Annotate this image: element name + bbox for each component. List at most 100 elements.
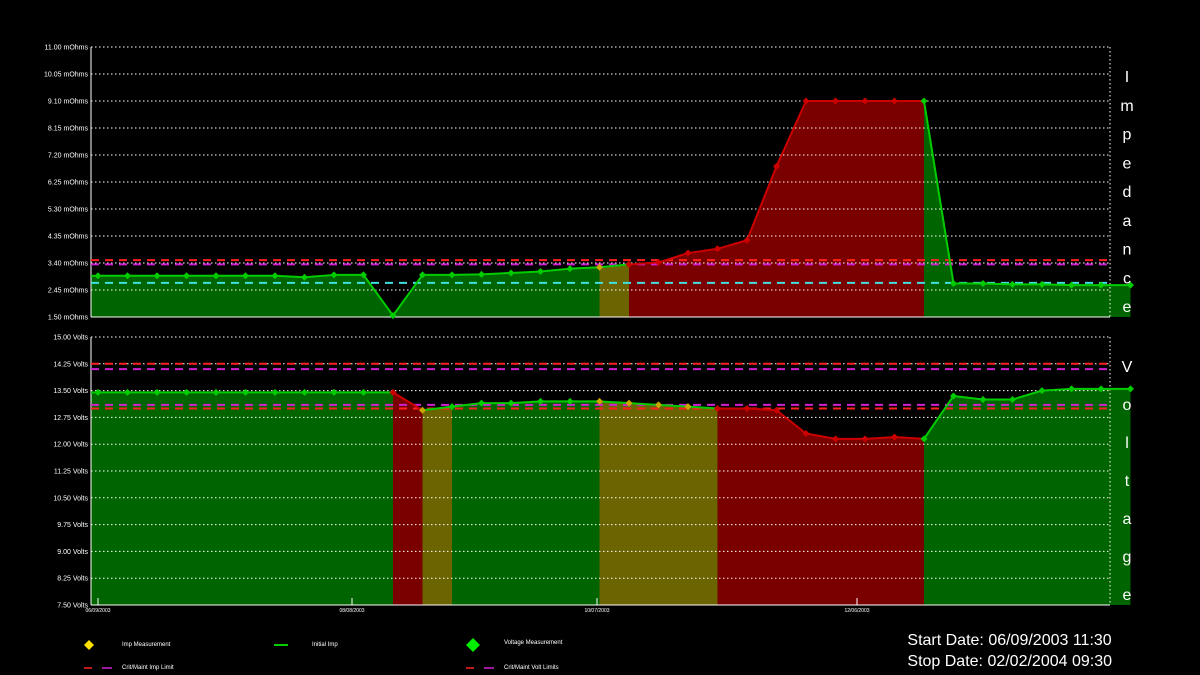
- area-segment: [658, 404, 688, 605]
- y-tick-label: 11.25 Volts: [54, 469, 89, 476]
- stop-date: Stop Date: 02/02/2004 09:30: [907, 653, 1112, 670]
- area-segment: [334, 392, 364, 605]
- area-segment: [1042, 388, 1072, 605]
- area-segment: [1012, 284, 1042, 317]
- series-line: [451, 273, 482, 276]
- area-segment: [1071, 388, 1101, 605]
- y-tick-label: 10.50 Volts: [53, 495, 88, 502]
- voltage-panel: 15.00 Volts 14.25 Volts 13.50 Volts 12.75 V…: [53, 335, 1134, 610]
- area-segment: [157, 392, 187, 605]
- y-tick-label: 14.25 Volts: [53, 361, 88, 368]
- area-segment: [570, 401, 600, 605]
- legend: Imp Measurement Initial Imp Voltage Meas…: [0, 632, 700, 675]
- area-segment: [422, 406, 452, 605]
- side-label-letter: l: [1125, 435, 1129, 452]
- green-diamond-icon: [466, 638, 502, 652]
- area-segment: [1101, 388, 1131, 605]
- legend-imp-limit: Crit/Maint Imp Limit: [84, 663, 174, 673]
- x-tick-label: 06/09/2003: [85, 608, 110, 614]
- dashed-limit-line-icon: [84, 663, 120, 673]
- legend-label: Crit/Maint Volt Limits: [504, 665, 559, 671]
- area-segment: [835, 438, 865, 605]
- legend-label: Crit/Maint Imp Limit: [122, 665, 174, 671]
- y-tick-label: 2.45 mOhms: [48, 288, 89, 295]
- side-label-letter: I: [1125, 69, 1129, 86]
- side-label-letter: V: [1122, 359, 1133, 376]
- y-tick-label: 9.10 mOhms: [48, 99, 89, 106]
- area-segment: [570, 267, 600, 317]
- side-label-letter: o: [1123, 397, 1132, 414]
- series-line: [481, 271, 512, 276]
- legend-voltage-measurement: Voltage Measurement: [466, 638, 563, 652]
- area-segment: [894, 437, 924, 605]
- series-line: [510, 270, 541, 274]
- area-segment: [540, 268, 570, 317]
- y-tick-label: 12.75 Volts: [53, 415, 88, 422]
- area-segment: [452, 274, 482, 317]
- area-segment: [540, 401, 570, 605]
- y-tick-label: 3.40 mOhms: [48, 261, 89, 268]
- side-label-letter: e: [1123, 587, 1132, 604]
- y-tick-label: 10.05 mOhms: [44, 72, 88, 79]
- y-tick-label: 12.00 Volts: [53, 442, 88, 449]
- area-segment: [452, 403, 482, 605]
- y-tick-label: 4.35 mOhms: [48, 234, 89, 241]
- legend-label: Imp Measurement: [122, 642, 171, 648]
- y-tick-label: 8.15 mOhms: [48, 126, 89, 133]
- legend-imp-measurement: Imp Measurement: [84, 640, 170, 650]
- area-segment: [1042, 284, 1072, 317]
- y-tick-label: 7.50 Volts: [57, 603, 88, 610]
- side-label-letter: d: [1123, 184, 1132, 201]
- side-label-letter: n: [1123, 242, 1132, 259]
- x-tick-label: 10/07/2003: [584, 608, 609, 614]
- dashed-limit-line-icon: [466, 663, 502, 673]
- y-tick-label: 7.20 mOhms: [48, 153, 89, 160]
- series-line: [982, 282, 1013, 286]
- area-segment: [629, 403, 659, 605]
- area-segment: [776, 410, 806, 605]
- area-segment: [688, 406, 718, 605]
- legend-label: Voltage Measurement: [504, 640, 563, 646]
- x-tick-label: 08/08/2003: [339, 608, 364, 614]
- area-segment: [481, 272, 511, 317]
- area-segment: [481, 403, 511, 605]
- area-segment: [186, 392, 216, 605]
- area-segment: [717, 408, 747, 605]
- y-tick-label: 6.25 mOhms: [48, 180, 89, 187]
- side-label-letter: t: [1125, 473, 1130, 490]
- side-label-letter: e: [1123, 299, 1132, 316]
- area-segment: [747, 408, 777, 605]
- side-label-letter: g: [1123, 549, 1132, 566]
- y-tick-label: 9.00 Volts: [57, 549, 88, 556]
- y-tick-label: 1.50 mOhms: [48, 315, 89, 322]
- area-segment: [363, 392, 393, 605]
- yellow-diamond-icon: [84, 640, 120, 650]
- y-tick-label: 11.00 mOhms: [45, 45, 89, 52]
- y-tick-label: 8.25 Volts: [57, 576, 88, 583]
- area-segment: [127, 392, 157, 605]
- green-line-icon: [274, 640, 310, 650]
- area-segment: [422, 274, 452, 317]
- area-segment: [924, 395, 954, 605]
- area-segment: [599, 264, 629, 317]
- series-line: [569, 266, 600, 270]
- area-segment: [98, 392, 128, 605]
- side-label-letter: a: [1123, 511, 1132, 528]
- y-tick-label: 15.00 Volts: [53, 335, 88, 342]
- side-label-letter: m: [1120, 98, 1133, 115]
- series-line: [1041, 283, 1072, 287]
- y-tick-label: 13.50 Volts: [53, 388, 88, 395]
- area-segment: [865, 437, 895, 605]
- side-label-letter: c: [1123, 270, 1131, 287]
- area-segment: [717, 240, 747, 317]
- side-label-letter: p: [1123, 127, 1132, 144]
- side-label-letter: e: [1123, 155, 1132, 172]
- area-segment: [91, 392, 98, 605]
- area-segment: [599, 401, 629, 605]
- area-segment: [393, 392, 423, 605]
- area-segment: [806, 433, 836, 605]
- area-segment: [334, 274, 364, 317]
- date-range: Start Date: 06/09/2003 11:30 Stop Date: …: [907, 630, 1112, 672]
- series-line: [274, 274, 305, 279]
- area-segment: [953, 395, 983, 605]
